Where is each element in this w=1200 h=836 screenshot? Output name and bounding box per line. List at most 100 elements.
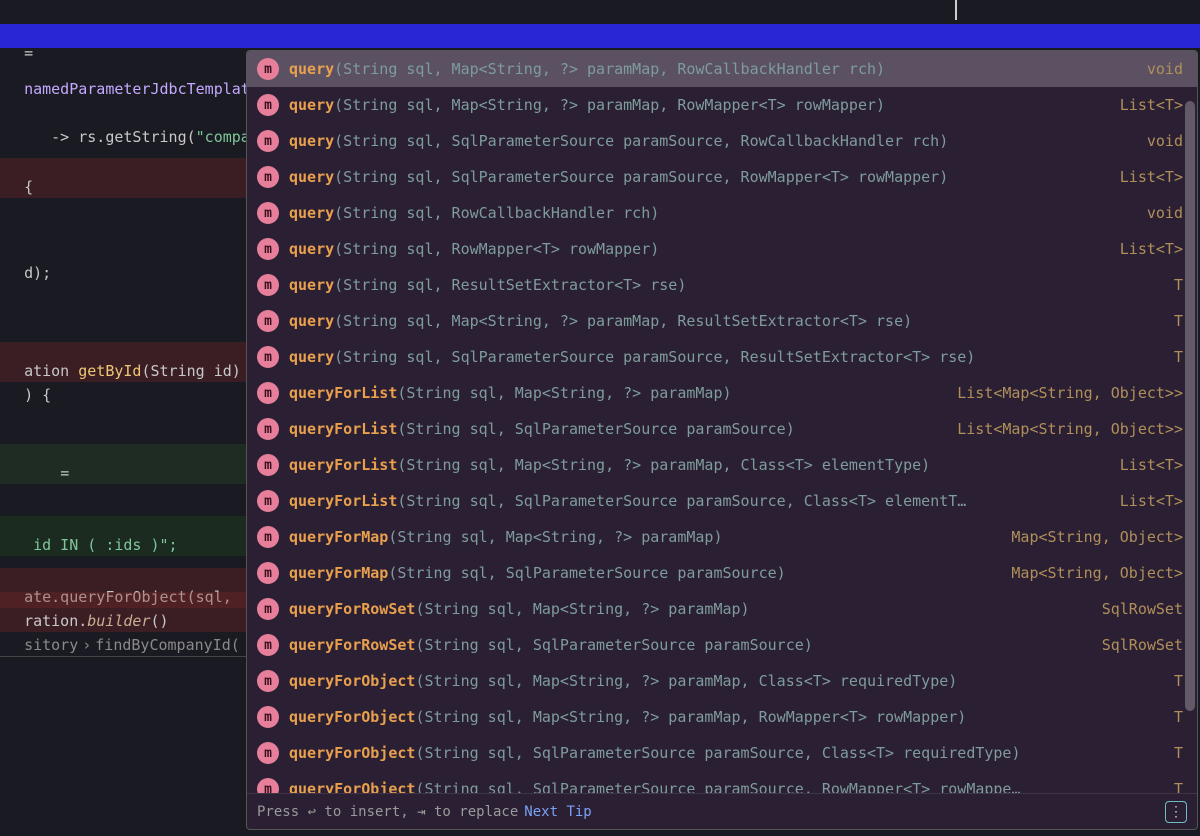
method-icon: m	[257, 598, 279, 620]
method-icon: m	[257, 634, 279, 656]
suggestion-return-type: List<T>	[1120, 240, 1183, 258]
method-icon: m	[257, 454, 279, 476]
suggestion-signature: queryForList(String sql, SqlParameterSou…	[289, 492, 1102, 510]
kebab-icon: ⋮	[1169, 804, 1183, 820]
suggestion-signature: query(String sql, SqlParameterSource par…	[289, 132, 1129, 150]
suggestion-signature: queryForObject(String sql, SqlParameterS…	[289, 780, 1156, 793]
suggestion-signature: query(String sql, SqlParameterSource par…	[289, 348, 1156, 366]
caret-top	[955, 0, 957, 20]
suggestion-return-type: List<Map<String, Object>>	[957, 420, 1183, 438]
autocomplete-item[interactable]: m query(String sql, Map<String, ?> paramM…	[247, 87, 1197, 123]
method-icon: m	[257, 130, 279, 152]
method-icon: m	[257, 166, 279, 188]
autocomplete-item[interactable]: m queryForObject(String sql, Map<String, …	[247, 663, 1197, 699]
autocomplete-item[interactable]: m query(String sql, Map<String, ?> paramM…	[247, 51, 1197, 87]
suggestion-return-type: T	[1174, 780, 1183, 793]
more-options-button[interactable]: ⋮	[1165, 801, 1187, 823]
suggestion-return-type: T	[1174, 348, 1183, 366]
suggestion-return-type: void	[1147, 132, 1183, 150]
footer-hint: Press ↩ to insert, ⇥ to replace	[257, 804, 518, 820]
suggestion-signature: queryForMap(String sql, SqlParameterSour…	[289, 564, 993, 582]
autocomplete-list[interactable]: m query(String sql, Map<String, ?> paramM…	[247, 51, 1197, 793]
suggestion-signature: query(String sql, Map<String, ?> paramMa…	[289, 60, 1129, 78]
autocomplete-item[interactable]: m queryForMap(String sql, SqlParameterSou…	[247, 555, 1197, 591]
active-code-line[interactable]: = namedParameterJdbcTemplate.query	[0, 24, 1200, 48]
method-icon: m	[257, 778, 279, 793]
autocomplete-item[interactable]: m query(String sql, SqlParameterSource pa…	[247, 159, 1197, 195]
autocomplete-item[interactable]: m queryForObject(String sql, Map<String, …	[247, 699, 1197, 735]
suggestion-return-type: T	[1174, 708, 1183, 726]
suggestion-return-type: T	[1174, 672, 1183, 690]
suggestion-signature: query(String sql, Map<String, ?> paramMa…	[289, 96, 1102, 114]
autocomplete-item[interactable]: m query(String sql, SqlParameterSource pa…	[247, 339, 1197, 375]
method-icon: m	[257, 526, 279, 548]
method-icon: m	[257, 562, 279, 584]
method-icon: m	[257, 58, 279, 80]
suggestion-return-type: SqlRowSet	[1102, 600, 1183, 618]
suggestion-signature: queryForObject(String sql, Map<String, ?…	[289, 672, 1156, 690]
autocomplete-item[interactable]: m queryForObject(String sql, SqlParameter…	[247, 771, 1197, 793]
code-line-diff-removed: {	[0, 158, 246, 198]
suggestion-signature: queryForObject(String sql, SqlParameterS…	[289, 744, 1156, 762]
code-line-diff-added: id IN ( :ids )";	[0, 516, 246, 556]
method-icon: m	[257, 346, 279, 368]
suggestion-return-type: T	[1174, 276, 1183, 294]
suggestion-signature: query(String sql, ResultSetExtractor<T> …	[289, 276, 1156, 294]
suggestion-signature: queryForRowSet(String sql, Map<String, ?…	[289, 600, 1084, 618]
suggestion-return-type: void	[1147, 204, 1183, 222]
suggestion-return-type: T	[1174, 744, 1183, 762]
suggestion-signature: queryForList(String sql, SqlParameterSou…	[289, 420, 939, 438]
suggestion-signature: query(String sql, Map<String, ?> paramMa…	[289, 312, 1156, 330]
autocomplete-item[interactable]: mqueryForList(String sql, Map<String, ?>…	[247, 375, 1197, 411]
breadcrumb[interactable]: sitory›findByCompanyId(	[0, 616, 246, 657]
autocomplete-item[interactable]: m queryForRowSet(String sql, SqlParameter…	[247, 627, 1197, 663]
suggestion-return-type: Map<String, Object>	[1011, 528, 1183, 546]
method-icon: m	[257, 310, 279, 332]
code-line: d);	[0, 244, 51, 284]
autocomplete-item[interactable]: m query(String sql, ResultSetExtractor<T>…	[247, 267, 1197, 303]
suggestion-signature: query(String sql, SqlParameterSource par…	[289, 168, 1102, 186]
method-icon: m	[257, 382, 279, 404]
suggestion-return-type: T	[1174, 312, 1183, 330]
method-icon: m	[257, 238, 279, 260]
autocomplete-item[interactable]: m queryForMap(String sql, Map<String, ?> …	[247, 519, 1197, 555]
method-icon: m	[257, 490, 279, 512]
method-icon: m	[257, 742, 279, 764]
suggestion-return-type: List<Map<String, Object>>	[957, 384, 1183, 402]
autocomplete-item[interactable]: m queryForObject(String sql, SqlParameter…	[247, 735, 1197, 771]
suggestion-signature: query(String sql, RowMapper<T> rowMapper…	[289, 240, 1102, 258]
autocomplete-item[interactable]: m query(String sql, RowMapper<T> rowMappe…	[247, 231, 1197, 267]
scrollbar-thumb[interactable]	[1185, 101, 1195, 711]
suggestion-signature: queryForObject(String sql, Map<String, ?…	[289, 708, 1156, 726]
code-line: ) {	[0, 366, 51, 406]
next-tip-link[interactable]: Next Tip	[524, 804, 591, 820]
suggestion-return-type: List<T>	[1120, 168, 1183, 186]
suggestion-signature: queryForRowSet(String sql, SqlParameterS…	[289, 636, 1084, 654]
suggestion-signature: queryForMap(String sql, Map<String, ?> p…	[289, 528, 993, 546]
autocomplete-popup: m query(String sql, Map<String, ?> paramM…	[246, 50, 1198, 830]
suggestion-signature: query(String sql, RowCallbackHandler rch…	[289, 204, 1129, 222]
method-icon: m	[257, 202, 279, 224]
autocomplete-item[interactable]: mqueryForList(String sql, Map<String, ?>…	[247, 447, 1197, 483]
suggestion-return-type: SqlRowSet	[1102, 636, 1183, 654]
scrollbar[interactable]	[1185, 101, 1195, 789]
autocomplete-footer: Press ↩ to insert, ⇥ to replace Next Tip…	[247, 793, 1197, 829]
autocomplete-item[interactable]: m queryForList(String sql, SqlParameterSo…	[247, 483, 1197, 519]
autocomplete-item[interactable]: m query(String sql, RowCallbackHandler rc…	[247, 195, 1197, 231]
ident-namedParameterJdbcTemplate: namedParameterJdbcTemplate	[24, 80, 259, 98]
autocomplete-item[interactable]: mqueryForList(String sql, SqlParameterSo…	[247, 411, 1197, 447]
suggestion-return-type: Map<String, Object>	[1011, 564, 1183, 582]
code-line: -> rs.getString("compan	[0, 108, 259, 148]
suggestion-return-type: List<T>	[1120, 492, 1183, 510]
autocomplete-item[interactable]: m queryForRowSet(String sql, Map<String, …	[247, 591, 1197, 627]
autocomplete-item[interactable]: m query(String sql, SqlParameterSource pa…	[247, 123, 1197, 159]
code-line-diff-added: =	[0, 444, 246, 484]
suggestion-return-type: List<T>	[1120, 96, 1183, 114]
method-icon: m	[257, 274, 279, 296]
suggestion-return-type: List<T>	[1120, 456, 1183, 474]
method-icon: m	[257, 706, 279, 728]
suggestion-return-type: void	[1147, 60, 1183, 78]
autocomplete-item[interactable]: m query(String sql, Map<String, ?> paramM…	[247, 303, 1197, 339]
method-icon: m	[257, 94, 279, 116]
method-icon: m	[257, 670, 279, 692]
